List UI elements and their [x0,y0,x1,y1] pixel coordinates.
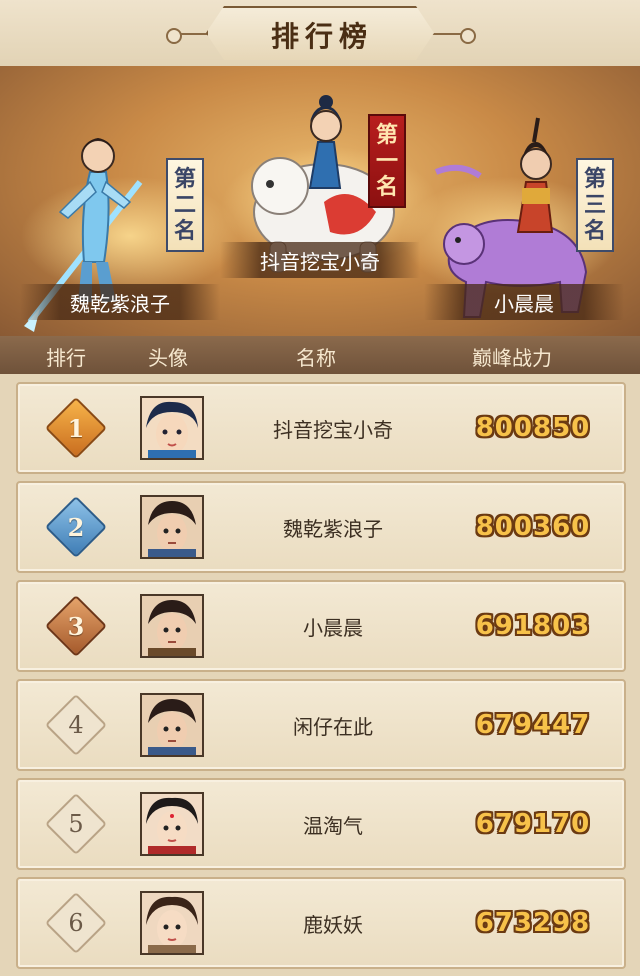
third-place-name: 小晨晨 [424,284,624,320]
column-avatar: 头像 [148,346,188,370]
first-place-name: 抖音挖宝小奇 [220,242,420,278]
second-place-banner: 第二名 [166,158,204,252]
avatar[interactable] [140,891,204,955]
avatar[interactable] [140,792,204,856]
avatar[interactable] [140,396,204,460]
power-value: 691803 [475,611,591,641]
ornament-knob-left [166,28,182,44]
player-name: 魏乾紫浪子 [283,516,383,541]
rank-number: 3 [67,611,85,641]
avatar[interactable] [140,693,204,757]
second-place-name: 魏乾紫浪子 [20,284,220,320]
power-value: 673298 [475,908,591,938]
rank-number: 4 [68,711,84,739]
ranking-row[interactable]: 3 小晨晨 691803 [16,580,626,672]
ranking-row[interactable]: 4 闲仔在此 679447 [16,679,626,771]
first-place-banner: 第一名 [368,114,406,208]
column-name: 名称 [296,346,336,370]
header-bar: 排行榜 [0,0,640,66]
podium-area: 第二名 第一名 第三名 魏乾紫浪子 抖音挖宝小奇 小晨晨 [0,66,640,336]
ornament-knob-right [460,28,476,44]
third-place-banner: 第三名 [576,158,614,252]
avatar[interactable] [140,495,204,559]
ranking-row[interactable]: 2 魏乾紫浪子 800360 [16,481,626,573]
column-header: 排行 头像 名称 巅峰战力 [0,336,640,374]
power-value: 679447 [475,710,591,740]
player-name: 鹿妖妖 [303,912,363,937]
rank-number: 5 [68,810,84,838]
rank-number: 2 [67,512,85,542]
rank-number: 6 [68,909,84,937]
ranking-row[interactable]: 5 温淘气 679170 [16,778,626,870]
page-title: 排行榜 [270,20,373,53]
rank-number: 1 [67,413,85,443]
ranking-list[interactable]: 1 抖音挖宝小奇 800850 2 魏乾紫浪子 800360 3 小晨晨 691… [0,374,640,976]
title-plate: 排行榜 [206,6,434,60]
power-value: 800360 [475,512,591,542]
ranking-row[interactable]: 1 抖音挖宝小奇 800850 [16,382,626,474]
player-name: 温淘气 [303,813,363,838]
power-value: 679170 [475,809,591,839]
avatar[interactable] [140,594,204,658]
player-name: 闲仔在此 [293,714,373,739]
power-value: 800850 [475,413,591,443]
player-name: 小晨晨 [303,615,363,640]
ranking-row[interactable]: 6 鹿妖妖 673298 [16,877,626,969]
column-power: 巅峰战力 [472,346,552,370]
player-name: 抖音挖宝小奇 [273,417,393,442]
column-rank: 排行 [46,346,86,370]
